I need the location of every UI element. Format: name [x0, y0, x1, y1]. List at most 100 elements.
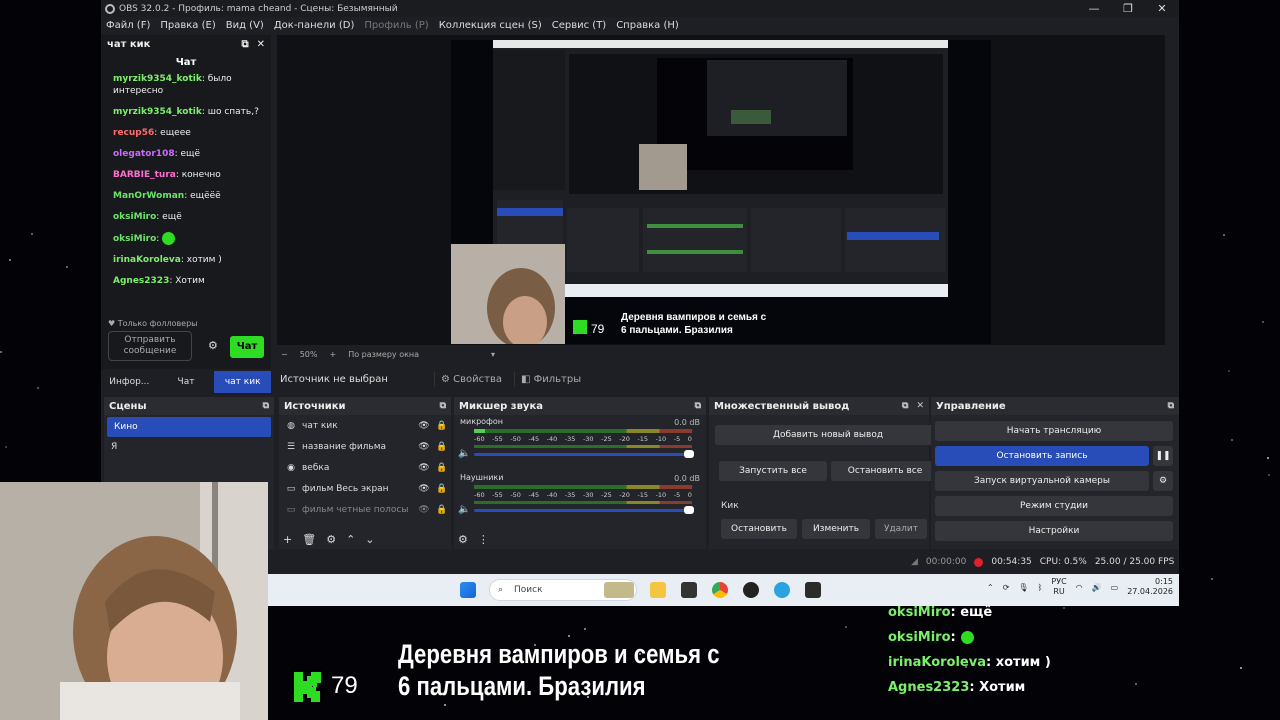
menu-docks[interactable]: Док-панели (D): [269, 20, 360, 31]
tab-info[interactable]: Инфор...: [101, 371, 158, 393]
zoom-fit-select[interactable]: По размеру окна: [348, 350, 419, 359]
mixer-menu-icon[interactable]: ⋮: [478, 533, 489, 546]
obs-taskbar-icon[interactable]: [743, 582, 759, 598]
lock-icon[interactable]: 🔒: [433, 505, 451, 515]
app-icon[interactable]: [681, 582, 697, 598]
source-name: фильм четные полосы: [302, 504, 409, 515]
remove-source-icon[interactable]: 🗑: [302, 533, 316, 546]
undock-icon[interactable]: ⧉: [241, 39, 248, 50]
add-source-icon[interactable]: +: [283, 533, 292, 546]
output-target-label: Кик: [721, 501, 739, 511]
network-app-icon[interactable]: ⟳: [1003, 583, 1010, 592]
speaker-icon[interactable]: 🔈: [458, 448, 470, 459]
menu-tools[interactable]: Сервис (T): [547, 20, 611, 31]
visibility-eye-icon[interactable]: 👁: [415, 421, 433, 431]
chat-messages: myrzik9354_kotik: было интересно myrzik93…: [101, 73, 271, 287]
stop-output-button[interactable]: Остановить: [721, 519, 797, 539]
mixer-settings-icon[interactable]: ⚙: [458, 533, 468, 546]
chevron-down-icon[interactable]: ▾: [491, 350, 495, 359]
zoom-out-button[interactable]: −: [281, 350, 288, 359]
chat-send-button[interactable]: Чат: [230, 336, 264, 358]
mic-icon[interactable]: 🎙: [1018, 583, 1028, 592]
close-panel-icon[interactable]: ✕: [916, 401, 924, 411]
start-all-button[interactable]: Запустить все: [719, 461, 827, 481]
undock-icon[interactable]: ⧉: [263, 401, 269, 411]
edit-output-button[interactable]: Изменить: [802, 519, 870, 539]
language-indicator[interactable]: РУС RU: [1051, 577, 1066, 597]
tab-kick-chat[interactable]: чат кик: [214, 371, 272, 393]
scene-item-ya[interactable]: Я: [104, 437, 274, 457]
telegram-icon[interactable]: [774, 582, 790, 598]
zoom-in-button[interactable]: +: [329, 350, 336, 359]
chat-settings-icon[interactable]: ⚙: [208, 339, 218, 352]
studio-mode-button[interactable]: Режим студии: [935, 496, 1173, 516]
volume-icon[interactable]: 🔊: [1092, 583, 1102, 592]
menu-profile[interactable]: Профиль (P): [359, 20, 433, 31]
undock-icon[interactable]: ⧉: [1168, 401, 1174, 411]
scene-item-kino[interactable]: Кино: [107, 417, 271, 437]
properties-button[interactable]: ⚙ Свойства: [434, 371, 508, 387]
meter-ticks: -60 -55 -50 -45 -40 -35 -30 -25 -20 -15 -10 -5 0: [474, 435, 692, 443]
move-up-icon[interactable]: ⌃: [346, 533, 355, 546]
menu-help[interactable]: Справка (H): [611, 20, 684, 31]
widget-icon[interactable]: [604, 582, 634, 598]
lock-icon[interactable]: 🔒: [433, 463, 451, 473]
undock-icon[interactable]: ⧉: [695, 401, 701, 411]
volume-slider[interactable]: [474, 506, 694, 514]
settings-button[interactable]: Настройки: [935, 521, 1173, 541]
explorer-icon[interactable]: [650, 582, 666, 598]
stop-recording-button[interactable]: Остановить запись: [935, 446, 1149, 466]
visibility-eye-icon[interactable]: 👁: [415, 442, 433, 452]
stop-all-button[interactable]: Остановить все: [831, 461, 939, 481]
volume-slider[interactable]: [474, 450, 694, 458]
preview-area[interactable]: 79 Деревня вампиров и семья с 6 пальцами…: [277, 35, 1165, 345]
wifi-icon[interactable]: ◠: [1076, 583, 1083, 592]
menu-scene-collection[interactable]: Коллекция сцен (S): [434, 20, 547, 31]
chevron-up-icon[interactable]: ⌃: [987, 583, 994, 592]
speaker-icon[interactable]: 🔈: [458, 504, 470, 515]
terminal-icon[interactable]: [805, 582, 821, 598]
filters-button[interactable]: ◧ Фильтры: [514, 371, 587, 387]
menu-view[interactable]: Вид (V): [221, 20, 269, 31]
undock-icon[interactable]: ⧉: [440, 401, 446, 411]
battery-icon[interactable]: ▭: [1111, 583, 1119, 592]
virtual-camera-button[interactable]: Запуск виртуальной камеры: [935, 471, 1149, 491]
source-item[interactable]: ◍ чат кик 👁 🔒: [279, 415, 451, 436]
virtual-camera-settings-icon[interactable]: ⚙: [1153, 471, 1173, 491]
source-item[interactable]: ▭ фильм четные полосы 👁 🔒: [279, 499, 451, 520]
menu-file[interactable]: Файл (F): [101, 20, 155, 31]
volume-knob[interactable]: [684, 506, 694, 514]
lock-icon[interactable]: 🔒: [433, 442, 451, 452]
source-item[interactable]: ☰ название фильма 👁 🔒: [279, 436, 451, 457]
undock-icon[interactable]: ⧉: [902, 401, 908, 411]
bluetooth-icon[interactable]: ᛒ: [1038, 583, 1043, 592]
source-item[interactable]: ◉ вебка 👁 🔒: [279, 457, 451, 478]
lock-icon[interactable]: 🔒: [433, 421, 451, 431]
move-down-icon[interactable]: ⌄: [365, 533, 374, 546]
maximize-button[interactable]: ❐: [1111, 2, 1145, 15]
chrome-icon[interactable]: [712, 582, 728, 598]
volume-knob[interactable]: [684, 450, 694, 458]
lock-icon[interactable]: 🔒: [433, 484, 451, 494]
close-dock-icon[interactable]: ✕: [257, 39, 265, 50]
dock-tabs: Инфор... Чат чат кик: [101, 371, 272, 393]
tab-chat[interactable]: Чат: [158, 371, 215, 393]
source-item[interactable]: ▭ фильм Весь экран 👁 🔒: [279, 478, 451, 499]
chat-input[interactable]: Отправить сообщение: [108, 331, 192, 361]
menu-edit[interactable]: Правка (E): [155, 20, 220, 31]
followers-only-label: ♥ Только фолловеры: [108, 319, 198, 328]
close-button[interactable]: ✕: [1145, 2, 1179, 15]
visibility-eye-icon[interactable]: 👁: [415, 484, 433, 494]
star: [443, 703, 446, 706]
delete-output-button[interactable]: Удалит: [875, 519, 927, 539]
start-stream-button[interactable]: Начать трансляцию: [935, 421, 1173, 441]
pause-icon[interactable]: ❚❚: [1153, 446, 1173, 466]
visibility-eye-icon[interactable]: 👁: [415, 463, 433, 473]
add-output-button[interactable]: Добавить новый вывод: [715, 425, 941, 445]
visibility-eye-icon[interactable]: 👁: [415, 505, 433, 515]
preview-canvas[interactable]: 79 Деревня вампиров и семья с 6 пальцами…: [451, 40, 991, 344]
start-icon[interactable]: [460, 582, 476, 598]
clock[interactable]: 0:15 27.04.2026: [1127, 577, 1173, 597]
minimize-button[interactable]: —: [1077, 2, 1111, 15]
source-settings-icon[interactable]: ⚙: [326, 533, 336, 546]
